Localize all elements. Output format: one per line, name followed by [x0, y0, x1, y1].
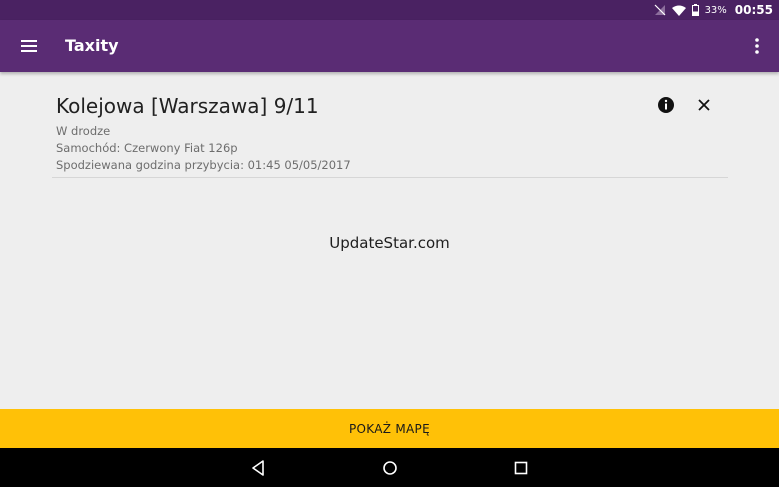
- clock: 00:55: [734, 3, 773, 17]
- card-divider: [52, 177, 728, 178]
- close-icon[interactable]: [696, 97, 712, 113]
- info-icon[interactable]: [657, 96, 675, 114]
- app-bar: Taxity: [0, 20, 779, 72]
- wifi-icon: [671, 5, 686, 16]
- battery-percentage: 33%: [704, 4, 727, 16]
- menu-icon[interactable]: [19, 36, 39, 56]
- battery-icon: [691, 4, 699, 16]
- watermark-text: UpdateStar.com: [329, 234, 450, 252]
- signal-off-icon: [654, 4, 666, 16]
- order-status: W drodze: [56, 124, 111, 138]
- eta-info: Spodziewana godzina przybycia: 01:45 05/…: [56, 158, 351, 172]
- navigation-bar: [0, 448, 779, 487]
- overflow-menu-icon[interactable]: [753, 36, 761, 56]
- order-address: Kolejowa [Warszawa] 9/11: [56, 94, 319, 118]
- show-map-button[interactable]: POKAŻ MAPĘ: [0, 409, 779, 448]
- status-bar: 33% 00:55: [0, 0, 779, 20]
- home-icon[interactable]: [381, 459, 399, 477]
- app-title: Taxity: [65, 36, 119, 55]
- recents-icon[interactable]: [512, 459, 530, 477]
- back-icon[interactable]: [249, 459, 267, 477]
- car-info: Samochód: Czerwony Fiat 126p: [56, 141, 238, 155]
